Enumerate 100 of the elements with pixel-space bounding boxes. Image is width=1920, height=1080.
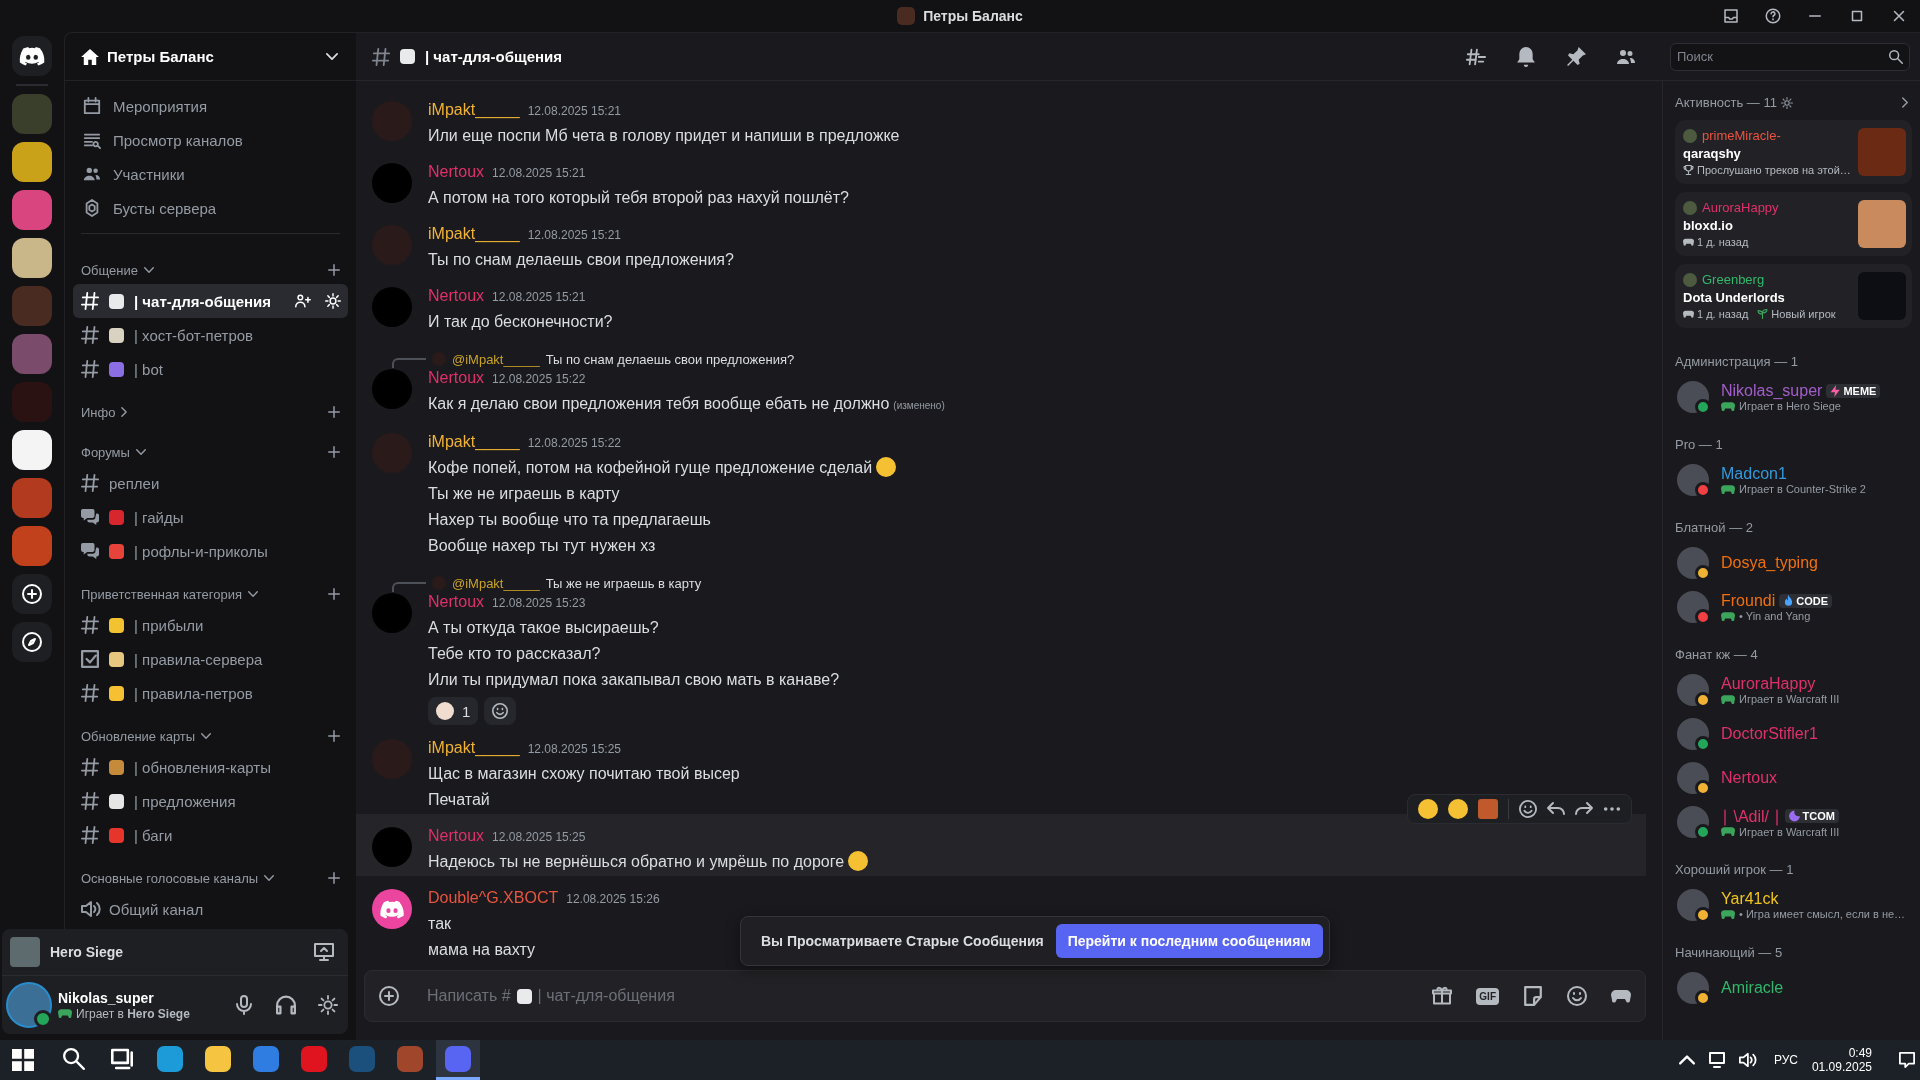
chevron-down-icon[interactable] [264, 875, 275, 881]
author-name[interactable]: Nertoux [428, 827, 485, 845]
channel-item[interactable]: | чат-для-общения [73, 284, 348, 318]
author-name[interactable]: Nertoux [428, 287, 485, 305]
clock-time[interactable]: 0:49 [1848, 1046, 1872, 1060]
activity-card[interactable]: AuroraHappy bloxd.io 1 д. назад [1675, 192, 1912, 256]
inbox-icon[interactable] [1722, 7, 1740, 25]
reply-icon[interactable] [1547, 800, 1565, 818]
plus-icon[interactable] [328, 872, 340, 884]
avatar[interactable] [372, 889, 412, 929]
add-reaction-icon[interactable] [1519, 800, 1537, 818]
menu-item[interactable]: Бусты сервера [113, 199, 217, 217]
monitor-icon[interactable] [1708, 1052, 1725, 1068]
channel-item[interactable]: | bot [73, 352, 348, 386]
server-avatar[interactable] [12, 238, 52, 278]
member-name[interactable]: DoctorStifler1 [1721, 725, 1818, 743]
add-reaction-button[interactable] [484, 697, 517, 725]
discover-button[interactable] [12, 622, 52, 662]
pin-icon[interactable] [1566, 46, 1586, 67]
member-name[interactable]: Madcon1 [1721, 465, 1787, 483]
chevron-right-icon[interactable] [1902, 97, 1908, 108]
menu-item[interactable]: Участники [113, 165, 185, 183]
message-input[interactable]: Написать # | чат-для-общения GIF [364, 970, 1646, 1022]
author-name[interactable]: iMpakt_____ [428, 101, 520, 119]
gif-button[interactable]: GIF [1476, 987, 1499, 1005]
headphones-icon[interactable] [276, 995, 296, 1015]
plus-icon[interactable] [328, 264, 340, 276]
channel-item[interactable]: | правила-сервера [73, 642, 348, 676]
author-name[interactable]: Nertoux [428, 369, 485, 387]
category-header[interactable]: Приветственная категория [81, 586, 243, 602]
chevron-down-icon[interactable] [201, 733, 212, 739]
channel-item[interactable]: | баги [73, 818, 348, 852]
reply-text[interactable]: Ты по снам делаешь свои предложения? [545, 351, 795, 367]
chevron-down-icon[interactable] [144, 267, 154, 273]
channel-item[interactable]: | рофлы-и-приколы [73, 534, 348, 568]
search-icon[interactable] [1889, 49, 1903, 64]
reply-mention[interactable]: @iMpakt_____ [452, 575, 540, 591]
plus-icon[interactable] [328, 588, 340, 600]
author-name[interactable]: iMpakt_____ [428, 433, 520, 451]
forward-icon[interactable] [1575, 800, 1593, 818]
emoji-icon[interactable] [1448, 799, 1468, 819]
reply-text[interactable]: Ты же не играешь в карту [545, 575, 702, 591]
channel-item[interactable]: | прибыли [73, 608, 348, 642]
server-avatar[interactable] [12, 430, 52, 470]
screen-share-icon[interactable] [314, 942, 334, 962]
channel-item[interactable]: | предложения [73, 784, 348, 818]
home-button[interactable] [12, 36, 52, 76]
author-name[interactable]: iMpakt_____ [428, 739, 520, 757]
avatar[interactable] [1677, 547, 1709, 579]
author-name[interactable]: iMpakt_____ [428, 225, 520, 243]
member-name[interactable]: Dosya_typing [1721, 554, 1818, 572]
channel-item[interactable]: | гайды [73, 500, 348, 534]
notifications-icon[interactable] [1899, 1052, 1915, 1068]
member-name[interactable]: Nertoux [1721, 769, 1778, 787]
avatar[interactable] [1677, 972, 1709, 1004]
search-field[interactable]: Поиск [1670, 42, 1910, 71]
channel-item[interactable]: | хост-бот-петров [73, 318, 348, 352]
sticker-icon[interactable] [1523, 986, 1543, 1006]
avatar[interactable] [1677, 889, 1709, 921]
chevron-down-icon[interactable] [135, 449, 146, 455]
user-avatar[interactable] [6, 982, 52, 1028]
author-name[interactable]: Nertoux [428, 593, 485, 611]
avatar[interactable] [1677, 762, 1709, 794]
language-indicator[interactable]: РУС [1773, 1053, 1798, 1067]
menu-item[interactable]: Просмотр каналов [113, 131, 243, 149]
chevron-right-icon[interactable] [121, 407, 128, 417]
windows-logo-icon[interactable] [12, 1049, 34, 1071]
emoji-icon[interactable] [1418, 799, 1438, 819]
member-name[interactable]: ∣ \Adil/ ∣ [1721, 806, 1782, 826]
speaker-icon[interactable] [1738, 1052, 1755, 1068]
member-name[interactable]: Nikolas_super [1721, 382, 1823, 400]
author-name[interactable]: Double^G.XBOCT [428, 889, 559, 907]
help-icon[interactable] [1764, 7, 1782, 25]
settings-icon[interactable] [318, 995, 338, 1015]
channel-item[interactable]: | правила-петров [73, 676, 348, 710]
activity-card[interactable]: primeMiracle- qaraqshy Прослушано треков на этой… [1675, 120, 1912, 184]
server-name[interactable]: Петры Баланс [107, 48, 214, 65]
microphone-icon[interactable] [234, 995, 254, 1015]
member-name[interactable]: Yar41ck [1721, 890, 1779, 908]
add-server-button[interactable] [12, 574, 52, 614]
category-header[interactable]: Общение [81, 262, 138, 278]
channel-item[interactable]: реплеи [73, 466, 348, 500]
channel-item[interactable]: | обновления-карты [73, 750, 348, 784]
gift-icon[interactable] [1432, 986, 1453, 1006]
plus-icon[interactable] [328, 446, 340, 458]
category-header[interactable]: Обновление карты [81, 728, 196, 744]
threads-icon[interactable] [1466, 46, 1486, 67]
add-user-icon[interactable] [295, 293, 311, 309]
channel-item[interactable]: Общий канал [73, 892, 348, 926]
member-name[interactable]: Amiracle [1721, 979, 1784, 997]
category-header[interactable]: Основные голосовые каналы [81, 870, 259, 886]
activity-card[interactable]: Greenberg Dota Underlords 1 д. назад Новый игрок [1675, 264, 1912, 328]
member-name[interactable]: AuroraHappy [1721, 675, 1816, 693]
author-name[interactable]: Nertoux [428, 163, 485, 181]
category-header[interactable]: Инфо [81, 404, 116, 420]
settings-icon[interactable] [1781, 96, 1793, 109]
chevron-down-icon[interactable] [248, 591, 259, 597]
server-avatar[interactable] [12, 142, 52, 182]
reply-mention[interactable]: @iMpakt_____ [452, 351, 540, 367]
bell-icon[interactable] [1516, 46, 1536, 67]
